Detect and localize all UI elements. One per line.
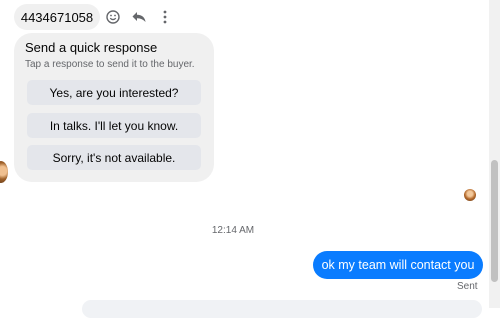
quick-response-card: Send a quick response Tap a response to … xyxy=(14,33,214,182)
smiley-icon[interactable] xyxy=(104,8,122,26)
scrollbar-thumb[interactable] xyxy=(491,160,498,282)
message-composer[interactable] xyxy=(82,300,482,318)
incoming-message-text: 4434671058 xyxy=(20,9,94,25)
reply-arrow-icon[interactable] xyxy=(130,8,148,26)
read-receipt-avatar xyxy=(464,189,476,201)
incoming-message-bubble[interactable]: 4434671058 xyxy=(14,4,100,30)
outgoing-message-text: ok my team will contact you xyxy=(321,258,475,272)
buyer-avatar xyxy=(0,161,8,183)
outgoing-message-bubble[interactable]: ok my team will contact you xyxy=(313,251,483,279)
message-actions xyxy=(104,7,174,27)
vertical-dots-icon[interactable] xyxy=(156,8,174,26)
quick-response-interested-button[interactable]: Yes, are you interested? xyxy=(27,80,201,105)
quick-response-title: Send a quick response xyxy=(25,40,158,55)
message-status: Sent xyxy=(457,281,478,292)
message-timestamp: 12:14 AM xyxy=(211,225,255,236)
quick-response-not-available-button[interactable]: Sorry, it's not available. xyxy=(27,145,201,170)
quick-response-subtitle: Tap a response to send it to the buyer. xyxy=(25,59,195,70)
quick-response-in-talks-button[interactable]: In talks. I'll let you know. xyxy=(27,113,201,138)
